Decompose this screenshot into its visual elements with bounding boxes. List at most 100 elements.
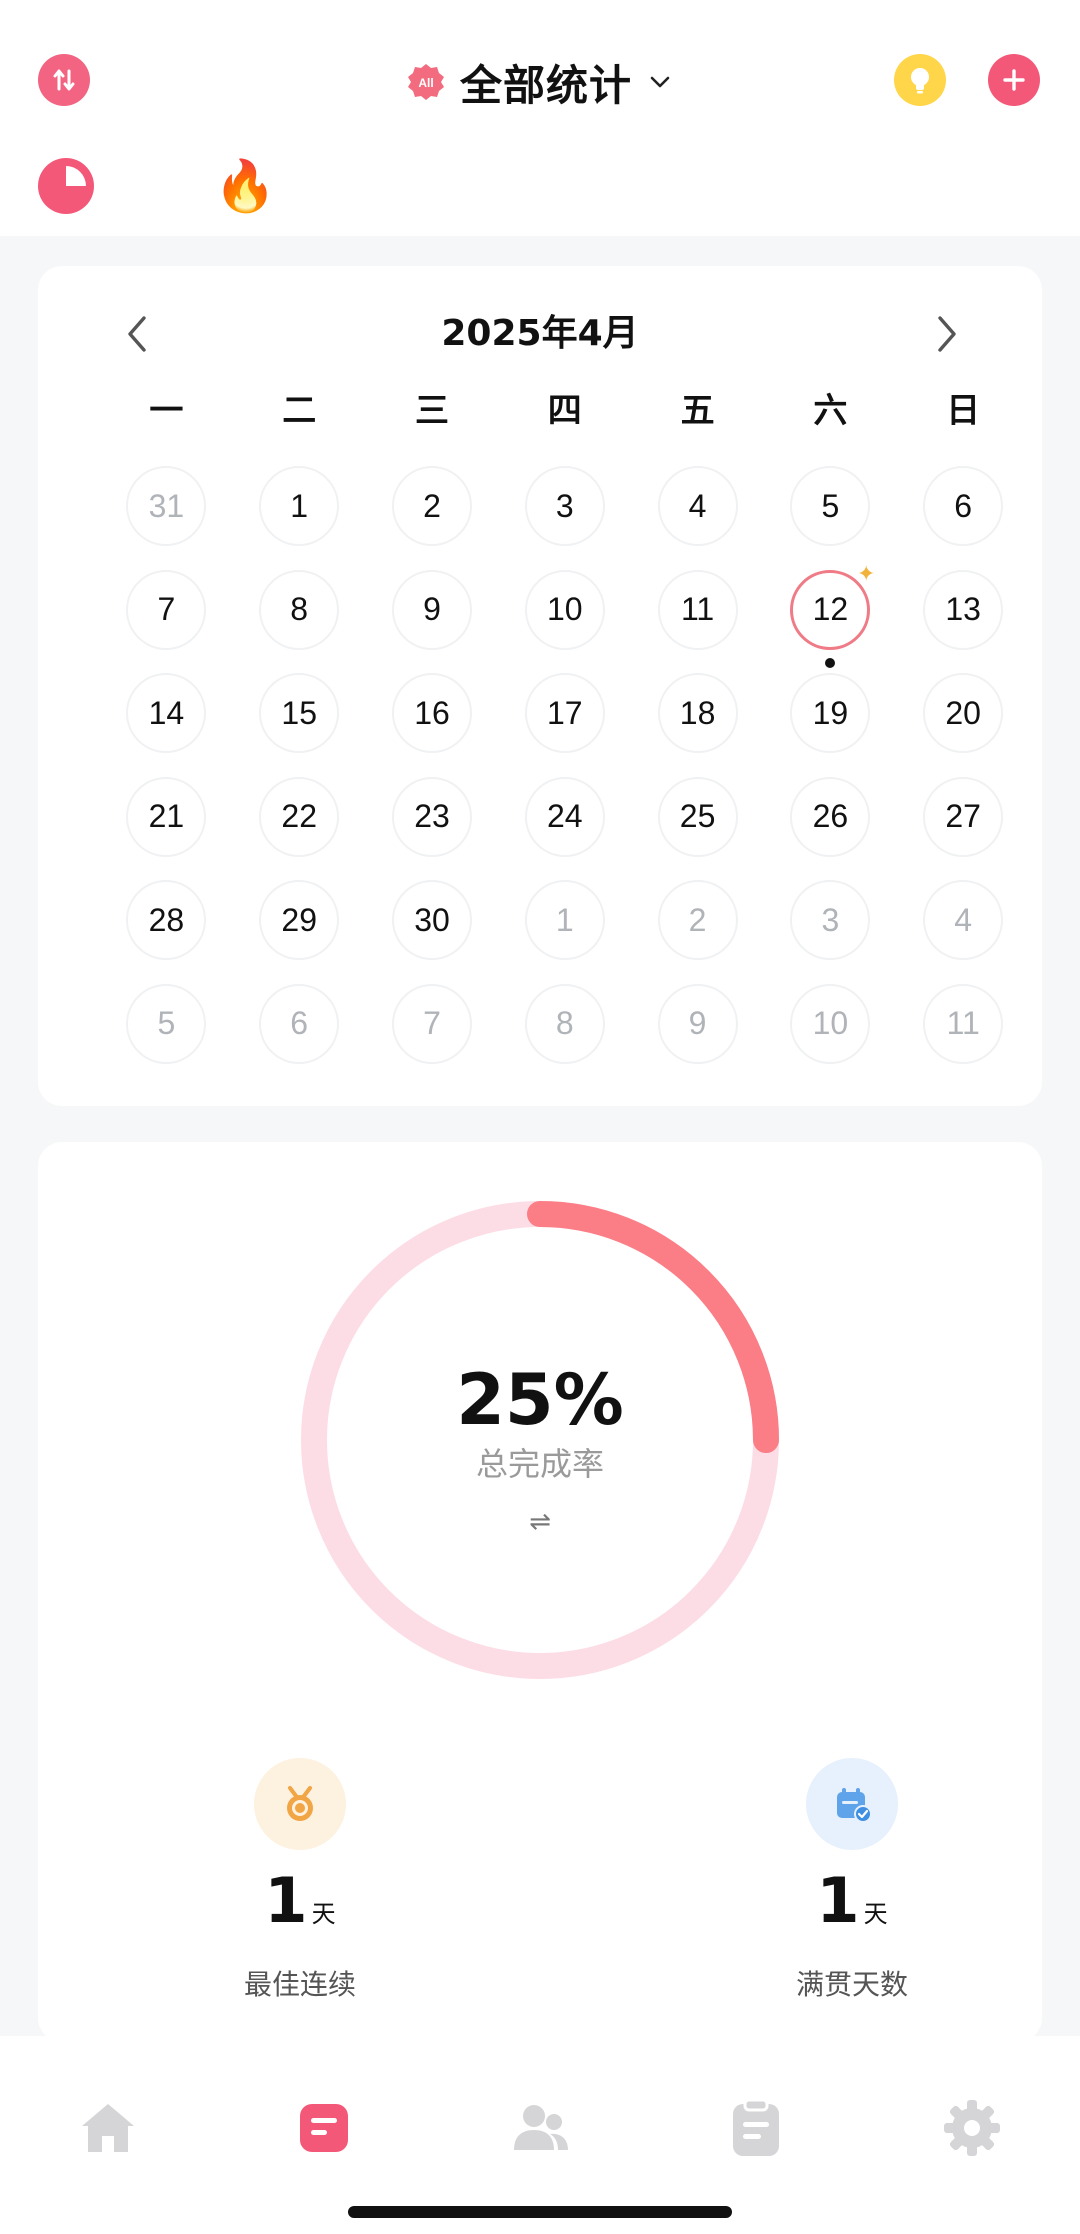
calendar-day-number: 15 [259,673,340,753]
calendar-day[interactable]: 13 [897,569,1030,674]
calendar-day-number: 8 [259,569,340,650]
pie-chart-icon [38,158,94,214]
calendar-day-number: 10 [790,983,871,1064]
calendar-day[interactable]: 11 [897,983,1030,1088]
calendar-day[interactable]: 5 [100,983,233,1088]
calendar-day-number: 2 [657,880,738,960]
calendar-day[interactable]: 31 [100,466,233,570]
calendar-day-number: 24 [524,776,605,857]
calendar-day-number: 17 [524,673,605,753]
best-streak-unit: 天 [311,1901,336,1928]
calendar-days-grid: 31 1 2 3 4 5 6 7 8 9 10 11 12 ✦ 13 14 15 16 17 18 19 20 21 22 23… [100,466,1030,1087]
calendar-day[interactable]: 15 [233,673,366,777]
fire-icon: 🔥 [214,158,277,214]
stats-note-icon [300,2104,348,2152]
calendar-day[interactable]: 4 [631,466,764,570]
tab-pie-chart[interactable] [36,156,96,216]
calendar-day[interactable]: 7 [100,569,233,674]
calendar-day-number: 27 [923,776,1004,857]
calendar-day[interactable]: 7 [366,983,499,1088]
home-icon [82,2104,134,2152]
full-days-label: 满贯天数 [795,1969,908,2000]
calendar-day[interactable]: 2 [366,466,499,570]
calendar-day-number: 7 [391,983,472,1064]
weekday-label: 六 [813,391,848,431]
tab-streak[interactable]: 🔥 [214,154,277,218]
month-navigation: 2025年4月 [38,304,1042,364]
calendar-day-number: 4 [923,880,1004,960]
calendar-day[interactable]: 29 [233,880,366,984]
calendar-day[interactable]: 18 [631,673,764,777]
calendar-day-number: 1 [524,880,605,960]
calendar-day[interactable]: 16 [366,673,499,777]
calendar-day-number: 16 [391,673,472,753]
weekday-label: 五 [680,391,715,431]
calendar-day[interactable]: 25 [631,776,764,881]
tips-button[interactable] [894,54,946,106]
calendar-day[interactable]: 10 [498,569,631,674]
nav-tasks[interactable] [724,2096,788,2160]
calendar-day-number: 20 [923,673,1004,753]
calendar-day-number: 9 [657,983,738,1064]
calendar-day[interactable]: 8 [498,983,631,1088]
calendar-day-number: 1 [259,466,340,546]
page-title: 全部统计 [459,60,632,110]
calendar-day-number: 18 [657,673,738,753]
calendar-day-number: 6 [259,983,340,1064]
calendar-day[interactable]: 6 [233,983,366,1088]
calendar-day[interactable]: 4 [897,880,1030,984]
users-icon [514,2105,568,2150]
calendar-day-number: 30 [391,880,472,960]
calendar-day[interactable]: 17 [498,673,631,777]
clipboard-icon [733,2098,779,2156]
calendar-day[interactable]: 14 [100,673,233,777]
calendar-day-number: 26 [790,776,871,857]
calendar-day-number: 8 [524,983,605,1064]
calendar-day[interactable]: 5 [764,466,897,570]
next-month-button[interactable] [924,312,968,356]
nav-home[interactable] [76,2096,140,2160]
calendar-day[interactable]: 3 [764,880,897,984]
calendar-day[interactable]: 10 [764,983,897,1088]
swap-icon[interactable]: ⇌ [300,1506,780,1536]
chevron-left-icon [128,316,146,352]
nav-friends[interactable] [508,2096,572,2160]
calendar-day[interactable]: 24 [498,776,631,881]
calendar-day[interactable]: 8 [233,569,366,674]
calendar-day[interactable]: 12 ✦ [764,561,897,674]
calendar-day[interactable]: 11 [631,569,764,674]
completion-percent: 25% [456,1359,624,1441]
calendar-day[interactable]: 2 [631,880,764,984]
nav-settings[interactable] [940,2096,1004,2160]
calendar-day-number: 13 [923,569,1004,650]
calendar-day[interactable]: 3 [498,466,631,570]
calendar-day[interactable]: 23 [366,776,499,881]
calendar-day[interactable]: 20 [897,673,1030,777]
calendar-day-number: 11 [923,983,1004,1064]
calendar-day[interactable]: 1 [233,466,366,570]
calendar-check-icon [806,1758,898,1850]
calendar-day-today: 12 ✦ [790,561,875,650]
completion-summary: 25% 总完成率 ⇌ [300,1360,780,1536]
weekday-label: 二 [282,391,317,431]
calendar-day[interactable]: 6 [897,466,1030,570]
nav-stats[interactable] [292,2096,356,2160]
calendar-day[interactable]: 21 [100,776,233,881]
record-dot [825,657,836,668]
calendar-day[interactable]: 19 [764,673,897,777]
calendar-day[interactable]: 22 [233,776,366,881]
calendar-day[interactable]: 1 [498,880,631,984]
calendar-day[interactable]: 28 [100,880,233,984]
calendar-day[interactable]: 9 [631,983,764,1088]
calendar-day[interactable]: 26 [764,776,897,881]
calendar-day-number: 19 [790,673,871,753]
calendar-day[interactable]: 9 [366,569,499,674]
calendar-day[interactable]: 30 [366,880,499,984]
month-title: 2025年4月 [441,313,639,354]
add-button[interactable] [988,54,1040,106]
calendar-day-number: 21 [126,776,207,857]
calendar-day[interactable]: 27 [897,776,1030,881]
calendar-day-number: 4 [657,466,738,546]
calendar-day-number: 28 [126,880,207,960]
prev-month-button[interactable] [116,312,160,356]
